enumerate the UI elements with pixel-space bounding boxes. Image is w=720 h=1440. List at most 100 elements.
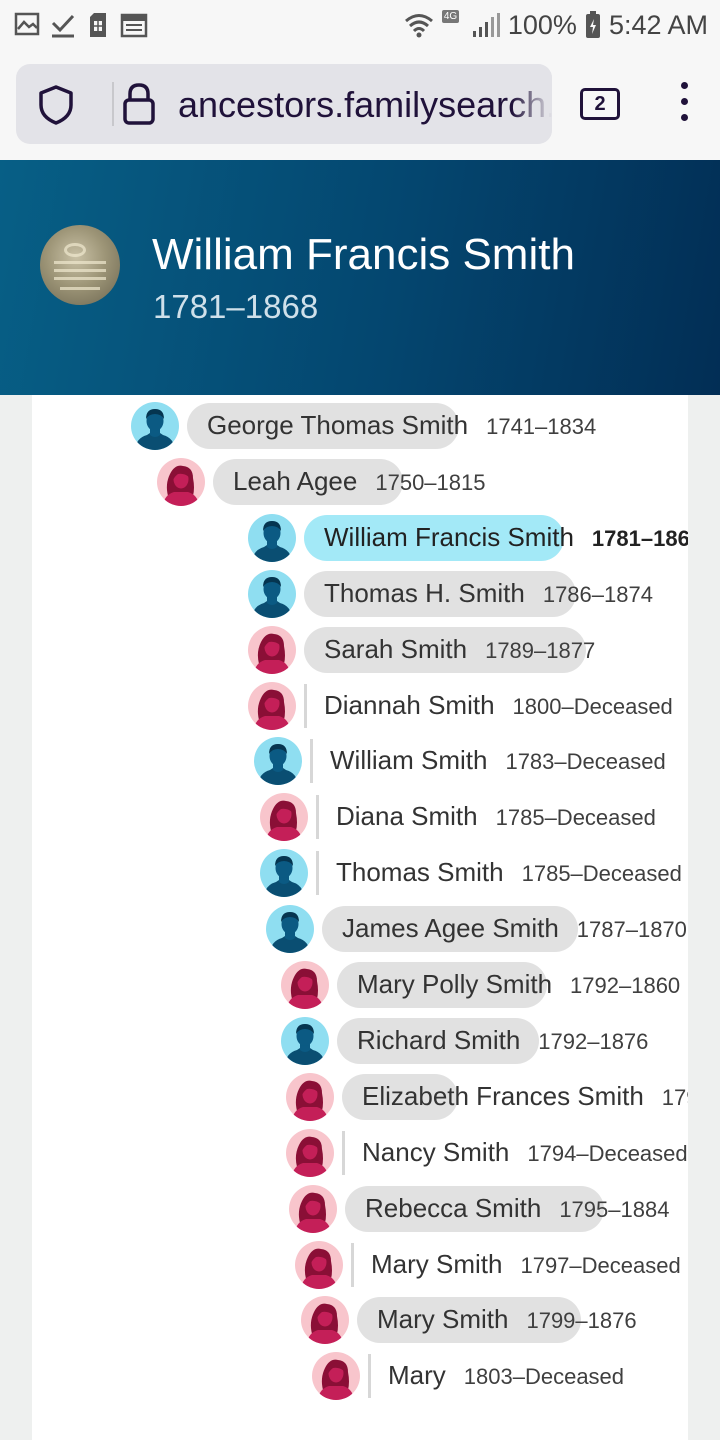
female-avatar-icon[interactable]: [248, 682, 296, 730]
battery-icon: [585, 11, 600, 38]
person-text: Mary Smith 1797–Deceased: [371, 1249, 681, 1280]
tree-child-row[interactable]: William Smith 1783–Deceased: [254, 737, 688, 787]
calendar-icon: [120, 13, 148, 38]
person-lifespan: 1792–1876: [538, 1029, 649, 1054]
tree-child-row[interactable]: Elizabeth Frances Smith 1793–1870: [286, 1073, 688, 1123]
descendant-line: [351, 1243, 354, 1287]
person-text: Sarah Smith 1789–1877: [324, 634, 595, 665]
person-name[interactable]: Mary Polly Smith: [357, 969, 552, 1000]
person-text: Thomas H. Smith 1786–1874: [324, 578, 653, 609]
person-name[interactable]: Mary Smith: [377, 1304, 508, 1335]
person-lifespan: 1741–1834: [486, 414, 597, 439]
tree-child-row[interactable]: Mary Polly Smith 1792–1860: [281, 961, 688, 1011]
check-icon: [51, 14, 75, 38]
person-name[interactable]: Diannah Smith: [324, 690, 495, 721]
male-avatar-icon[interactable]: [281, 1017, 329, 1065]
lock-icon[interactable]: [122, 82, 156, 126]
url-bar[interactable]: ancestors.familysearch.org/en/LHZF-Z7J/w…: [16, 64, 552, 144]
person-name[interactable]: Mary: [388, 1360, 446, 1391]
female-avatar-icon[interactable]: [301, 1296, 349, 1344]
female-avatar-icon[interactable]: [286, 1129, 334, 1177]
tree-parent-row[interactable]: Leah Agee 1750–1815: [157, 458, 688, 508]
person-name[interactable]: Mary Smith: [371, 1249, 502, 1280]
descendant-line: [304, 684, 307, 728]
person-text: Diannah Smith 1800–Deceased: [324, 690, 673, 721]
male-avatar-icon[interactable]: [248, 570, 296, 618]
person-name[interactable]: Richard Smith: [357, 1025, 520, 1056]
person-lifespan: 1785–Deceased: [521, 861, 682, 886]
person-text: James Agee Smith 1787–1870: [342, 913, 687, 944]
person-name[interactable]: Thomas H. Smith: [324, 578, 525, 609]
person-text: Mary 1803–Deceased: [388, 1360, 624, 1391]
person-text: George Thomas Smith 1741–1834: [207, 410, 596, 441]
person-name[interactable]: Leah Agee: [233, 466, 357, 497]
status-indicators: 4G 100% 5:42 AM: [404, 6, 708, 44]
tree-child-row[interactable]: Rebecca Smith 1795–1884: [289, 1185, 688, 1235]
person-text: William Francis Smith 1781–1868: [324, 522, 688, 553]
female-avatar-icon[interactable]: [260, 793, 308, 841]
tree-child-row[interactable]: Thomas H. Smith 1786–1874: [248, 570, 688, 620]
person-lifespan: 1750–1815: [375, 470, 486, 495]
tree-parent-row[interactable]: George Thomas Smith 1741–1834: [131, 402, 688, 452]
wifi-icon: [404, 14, 433, 38]
person-name[interactable]: Nancy Smith: [362, 1137, 509, 1168]
male-avatar-icon[interactable]: [254, 737, 302, 785]
person-photo[interactable]: [40, 225, 120, 305]
tree-child-row[interactable]: Sarah Smith 1789–1877: [248, 626, 688, 676]
person-text: Elizabeth Frances Smith 1793–1870: [362, 1081, 688, 1112]
tree-child-row[interactable]: Richard Smith 1792–1876: [281, 1017, 688, 1067]
male-avatar-icon[interactable]: [131, 402, 179, 450]
male-avatar-icon[interactable]: [266, 905, 314, 953]
descendant-line: [316, 851, 319, 895]
gallery-icon: [14, 12, 40, 36]
person-lifespan: 1795–1884: [559, 1197, 670, 1222]
tree-child-row[interactable]: Diana Smith 1785–Deceased: [260, 793, 688, 843]
person-lifespan: 1781–1868: [591, 526, 688, 551]
tree-child-row[interactable]: James Agee Smith 1787–1870: [266, 905, 688, 955]
url-fade: [512, 64, 552, 144]
person-name[interactable]: William Francis Smith: [324, 522, 574, 553]
person-lifespan: 1797–Deceased: [520, 1253, 681, 1278]
person-name[interactable]: William Smith: [330, 745, 487, 776]
person-lifespan: 1793–1870: [661, 1085, 688, 1110]
person-text: Mary Polly Smith 1792–1860: [357, 969, 680, 1000]
female-avatar-icon[interactable]: [295, 1241, 343, 1289]
female-avatar-icon[interactable]: [157, 458, 205, 506]
person-name[interactable]: Rebecca Smith: [365, 1193, 541, 1224]
lifespan: 1781–1868: [153, 288, 319, 325]
tree-child-row[interactable]: Thomas Smith 1785–Deceased: [260, 849, 688, 899]
tree-child-row[interactable]: Mary 1803–Deceased: [312, 1352, 688, 1402]
shield-icon[interactable]: [38, 85, 74, 125]
descendant-line: [368, 1354, 371, 1398]
person-name[interactable]: James Agee Smith: [342, 913, 559, 944]
person-name[interactable]: Sarah Smith: [324, 634, 467, 665]
person-lifespan: 1789–1877: [485, 638, 596, 663]
person-name[interactable]: Diana Smith: [336, 801, 478, 832]
signal-icon: [472, 13, 500, 37]
clock: 5:42 AM: [608, 9, 708, 40]
female-avatar-icon[interactable]: [286, 1073, 334, 1121]
url-text[interactable]: ancestors.familysearch.org/en/LHZF-Z7J/w…: [178, 84, 552, 126]
person-name[interactable]: George Thomas Smith: [207, 410, 468, 441]
tab-count-button[interactable]: 2: [580, 88, 620, 120]
person-name[interactable]: Thomas Smith: [336, 857, 504, 888]
male-avatar-icon[interactable]: [248, 514, 296, 562]
descendant-line: [310, 739, 313, 783]
person-lifespan: 1799–1876: [526, 1308, 637, 1333]
female-avatar-icon[interactable]: [281, 961, 329, 1009]
person-lifespan: 1787–1870: [576, 917, 687, 942]
female-avatar-icon[interactable]: [248, 626, 296, 674]
person-text: Mary Smith 1799–1876: [377, 1304, 637, 1335]
tree-person-selected[interactable]: William Francis Smith 1781–1868: [248, 514, 688, 564]
sim-card-icon: [90, 13, 106, 37]
tree-child-row[interactable]: Mary Smith 1797–Deceased: [295, 1241, 688, 1291]
tree-child-row[interactable]: Diannah Smith 1800–Deceased: [248, 682, 688, 732]
female-avatar-icon[interactable]: [289, 1185, 337, 1233]
more-options-icon[interactable]: [676, 82, 692, 126]
tree-child-row[interactable]: Nancy Smith 1794–Deceased: [286, 1129, 688, 1179]
male-avatar-icon[interactable]: [260, 849, 308, 897]
person-name[interactable]: Elizabeth Frances Smith: [362, 1081, 644, 1112]
female-avatar-icon[interactable]: [312, 1352, 360, 1400]
person-lifespan: 1803–Deceased: [463, 1364, 625, 1389]
tree-child-row[interactable]: Mary Smith 1799–1876: [301, 1296, 688, 1346]
